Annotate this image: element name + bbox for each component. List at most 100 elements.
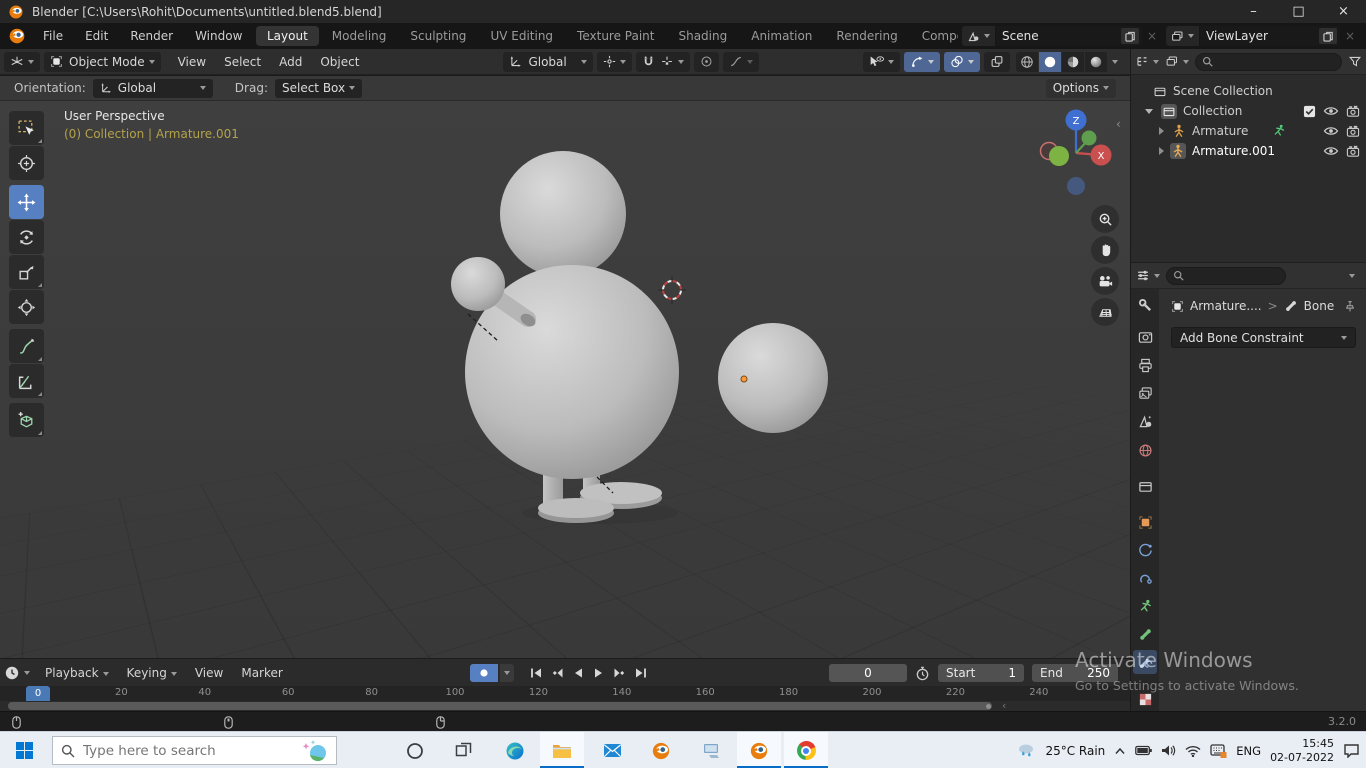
shading-solid-button[interactable] (1039, 51, 1061, 72)
frame-start-field[interactable]: Start 1 (938, 664, 1024, 682)
battery-icon[interactable] (1135, 745, 1153, 756)
tray-clock[interactable]: 15:45 02-07-2022 (1270, 737, 1334, 765)
tray-expand-chevron-icon[interactable] (1114, 747, 1126, 755)
timeline-menu-view[interactable]: View (186, 666, 232, 680)
viewport-menu-object[interactable]: Object (311, 55, 368, 69)
transform-orientation-dropdown[interactable]: Global (503, 51, 593, 72)
input-indicator-icon[interactable] (1210, 743, 1227, 758)
overlays-toggle[interactable] (944, 51, 980, 72)
camera-view-button[interactable] (1091, 267, 1119, 295)
minimize-button[interactable]: – (1231, 0, 1276, 23)
jump-to-end-button[interactable] (631, 664, 650, 682)
add-cube-tool[interactable] (9, 403, 44, 437)
character-foot-left[interactable] (538, 498, 614, 518)
weather-label[interactable]: 25°C Rain (1045, 744, 1105, 758)
tab-texture[interactable] (1133, 687, 1157, 711)
tab-uv-editing[interactable]: UV Editing (479, 26, 564, 46)
standalone-sphere[interactable] (718, 323, 828, 433)
jump-to-prev-keyframe-button[interactable] (547, 664, 566, 682)
axis-ball-neg-y[interactable] (1081, 130, 1097, 146)
tab-render[interactable] (1133, 325, 1157, 349)
jump-to-next-keyframe-button[interactable] (610, 664, 629, 682)
select-box-tool[interactable] (9, 111, 44, 145)
blender-pinned-button[interactable] (639, 732, 683, 768)
checkbox-checked-icon[interactable] (1303, 105, 1316, 118)
outliner-row-armature-001[interactable]: Armature.001 (1131, 141, 1366, 161)
tab-modeling[interactable]: Modeling (321, 26, 398, 46)
tab-sculpting[interactable]: Sculpting (399, 26, 477, 46)
axis-ball-y[interactable] (1049, 146, 1069, 166)
weather-rain-icon[interactable] (1016, 742, 1036, 760)
breadcrumb-object-name[interactable]: Armature.... (1190, 299, 1262, 313)
pin-icon[interactable] (1344, 300, 1356, 313)
mode-dropdown[interactable]: Object Mode (44, 51, 161, 72)
tab-scene[interactable] (1133, 409, 1157, 433)
new-viewlayer-button[interactable] (1319, 28, 1337, 44)
timeline-ruler[interactable]: 020406080100120140160180200220240 0 (0, 686, 1130, 701)
search-highlights-icon[interactable] (298, 739, 328, 763)
outliner-search-input[interactable] (1195, 52, 1342, 71)
cursor-tool[interactable] (9, 146, 44, 180)
rotate-tool[interactable] (9, 220, 44, 254)
jump-to-start-button[interactable] (526, 664, 545, 682)
tab-bone-constraints[interactable] (1133, 650, 1157, 674)
maximize-button[interactable]: □ (1276, 0, 1321, 23)
viewlayer-browse-button[interactable] (1166, 26, 1199, 46)
new-scene-button[interactable] (1121, 28, 1139, 44)
tab-rendering[interactable]: Rendering (825, 26, 908, 46)
editor-type-button[interactable] (4, 51, 40, 72)
tab-shading[interactable]: Shading (667, 26, 738, 46)
measure-tool[interactable] (9, 364, 44, 398)
unlink-scene-button[interactable]: × (1142, 29, 1162, 43)
current-frame-field[interactable]: 0 (829, 664, 907, 682)
scene-browse-button[interactable] (962, 26, 995, 46)
xray-toggle[interactable] (984, 51, 1010, 72)
tab-world[interactable] (1133, 438, 1157, 462)
tab-object-constraints[interactable] (1133, 566, 1157, 590)
expand-armature-arrow[interactable] (1159, 127, 1164, 135)
shading-dropdown-chevron[interactable] (1112, 59, 1118, 64)
tab-collection-properties[interactable] (1133, 474, 1157, 498)
taskbar-search[interactable] (52, 736, 337, 765)
stopwatch-icon[interactable] (915, 666, 930, 681)
remote-desktop-button[interactable] (690, 732, 734, 768)
chrome-button[interactable] (784, 732, 828, 768)
file-explorer-button[interactable] (540, 732, 584, 768)
expand-armature-001-arrow[interactable] (1159, 147, 1164, 155)
tab-animation[interactable]: Animation (740, 26, 823, 46)
scrollbar-knob[interactable] (986, 704, 991, 709)
auto-keyframe-button[interactable] (470, 664, 498, 682)
gizmos-toggle[interactable] (904, 51, 940, 72)
tab-layout[interactable]: Layout (256, 26, 319, 46)
tab-object[interactable] (1133, 510, 1157, 534)
properties-options-chevron[interactable] (1349, 273, 1355, 278)
playhead[interactable]: 0 (26, 686, 50, 701)
blender-menu-logo-icon[interactable] (8, 27, 26, 45)
proportional-edit-button[interactable] (693, 51, 719, 72)
menu-window[interactable]: Window (184, 23, 253, 49)
timeline-menu-playback[interactable]: Playback (36, 666, 118, 680)
menu-file[interactable]: File (32, 23, 74, 49)
toggle-ortho-button[interactable] (1091, 298, 1119, 326)
add-bone-constraint-button[interactable]: Add Bone Constraint (1171, 327, 1356, 348)
tab-tool[interactable] (1133, 293, 1157, 317)
timeline-scrollbar[interactable] (8, 702, 992, 710)
eye-icon[interactable] (1323, 145, 1339, 157)
scene-3d[interactable] (0, 101, 1130, 658)
notification-center-icon[interactable] (1343, 743, 1360, 758)
outliner-display-mode[interactable] (1135, 55, 1159, 68)
outliner-row-scene-collection[interactable]: Scene Collection (1131, 81, 1366, 101)
frame-end-field[interactable]: End 250 (1032, 664, 1118, 682)
outliner-row-collection[interactable]: Collection (1131, 101, 1366, 121)
tab-output[interactable] (1133, 353, 1157, 377)
shading-rendered-button[interactable] (1085, 51, 1107, 72)
options-dropdown[interactable]: Options (1045, 78, 1116, 98)
tab-compositing[interactable]: Compositing (911, 26, 958, 46)
eye-icon[interactable] (1323, 105, 1339, 117)
zoom-view-button[interactable] (1091, 205, 1119, 233)
tab-physics[interactable] (1133, 538, 1157, 562)
start-button[interactable] (2, 732, 46, 768)
tab-object-data-armature[interactable] (1133, 594, 1157, 618)
scene-name-field[interactable]: Scene (996, 26, 1142, 46)
filter-funnel-icon[interactable] (1348, 55, 1362, 68)
